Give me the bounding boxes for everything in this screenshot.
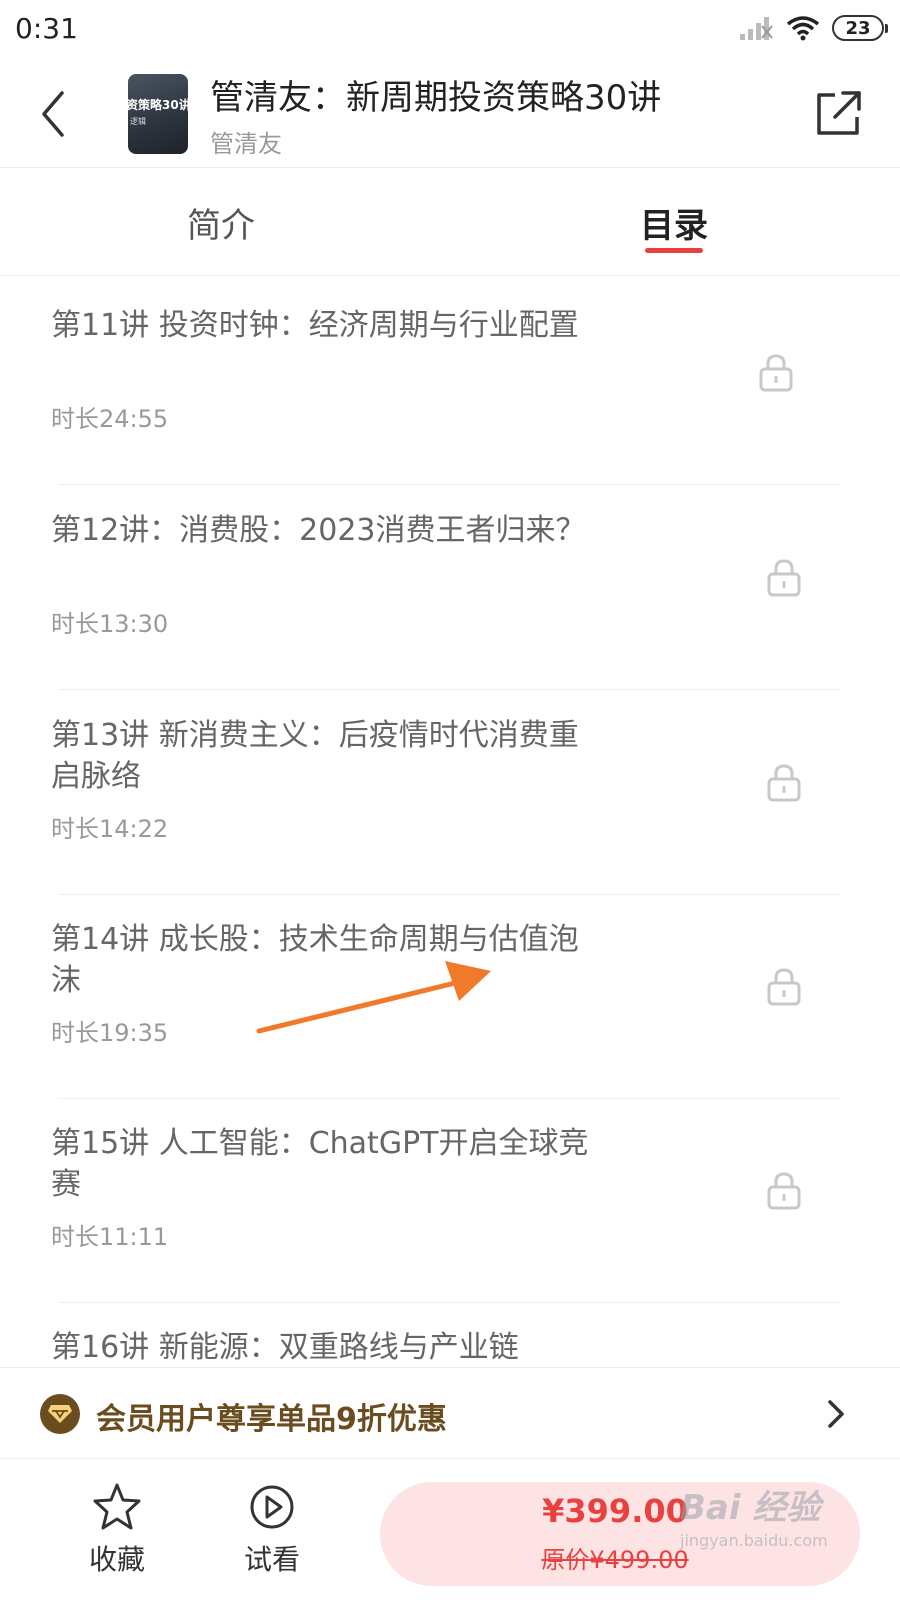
- member-discount-text: 会员用户尊享单品9折优惠: [96, 1402, 447, 1437]
- lesson-duration: 时长11:11: [51, 1223, 169, 1251]
- lesson-title: 第16讲 新能源：双重路线与产业链: [51, 1330, 519, 1365]
- wifi-icon: [786, 16, 820, 41]
- signal-icon: [740, 17, 773, 40]
- play-circle-icon: [250, 1485, 294, 1529]
- favorite-button[interactable]: 收藏: [72, 1482, 162, 1578]
- lesson-item[interactable]: 第15讲 人工智能：ChatGPT开启全球竞赛 时长11:11: [0, 1095, 900, 1303]
- course-header: 资策略30讲 逻辑 管清友：新周期投资策略30讲 管清友: [0, 62, 900, 168]
- lesson-title: 第15讲 人工智能：ChatGPT开启全球竞赛: [51, 1126, 589, 1202]
- star-icon: [93, 1483, 141, 1530]
- vip-diamond-icon: [40, 1394, 80, 1434]
- watermark-logo-text: Bai 经验: [680, 1488, 821, 1528]
- lesson-title: 第12讲：消费股：2023消费王者归来？: [51, 513, 586, 548]
- lesson-item[interactable]: 第13讲 新消费主义：后疫情时代消费重启脉络 时长14:22: [0, 687, 900, 895]
- active-tab-indicator: [645, 248, 703, 253]
- share-button[interactable]: [812, 86, 866, 140]
- lock-icon: [767, 764, 801, 802]
- baidu-jingyan-watermark: Bai 经验 jingyan.baidu.com: [680, 1480, 828, 1550]
- lesson-duration: 时长14:22: [51, 815, 169, 843]
- lock-icon: [767, 559, 801, 597]
- trial-label: 试看: [243, 1543, 300, 1576]
- course-title: 管清友：新周期投资策略30讲: [210, 78, 662, 118]
- course-author[interactable]: 管清友: [210, 124, 282, 159]
- share-icon: [817, 91, 861, 135]
- trial-button[interactable]: 试看: [227, 1482, 317, 1578]
- lock-icon: [759, 354, 793, 392]
- lock-icon: [767, 968, 801, 1006]
- lesson-duration: 时长13:30: [51, 610, 169, 638]
- lesson-item[interactable]: 第12讲：消费股：2023消费王者归来？ 时长13:30: [0, 482, 900, 690]
- chevron-right-icon: [828, 1400, 844, 1428]
- tab-catalog[interactable]: 目录: [640, 198, 708, 247]
- course-cover-thumbnail[interactable]: 资策略30讲 逻辑: [128, 74, 188, 154]
- lesson-duration: 时长19:35: [51, 1019, 169, 1047]
- favorite-label: 收藏: [88, 1543, 145, 1576]
- cover-subtext: 逻辑: [130, 117, 146, 126]
- status-time: 0:31: [15, 12, 78, 45]
- lesson-title: 第13讲 新消费主义：后疫情时代消费重启脉络: [51, 718, 579, 794]
- tab-intro[interactable]: 简介: [187, 198, 255, 247]
- back-button[interactable]: [28, 84, 78, 144]
- lesson-title: 第11讲 投资时钟：经济周期与行业配置: [51, 308, 579, 343]
- watermark-url: jingyan.baidu.com: [680, 1531, 828, 1550]
- member-discount-banner[interactable]: 会员用户尊享单品9折优惠: [0, 1367, 900, 1459]
- annotation-arrow: [256, 961, 491, 1034]
- lesson-item[interactable]: 第16讲 新能源：双重路线与产业链: [0, 1299, 900, 1367]
- chevron-left-icon: [42, 91, 64, 137]
- cover-text: 资策略30讲: [128, 98, 188, 112]
- status-icons: 23: [738, 14, 888, 42]
- lesson-list[interactable]: 第11讲 投资时钟：经济周期与行业配置 时长24:55 第12讲：消费股：202…: [0, 277, 900, 1367]
- battery-indicator: 23: [832, 15, 888, 41]
- lesson-item[interactable]: 第11讲 投资时钟：经济周期与行业配置 时长24:55: [0, 277, 900, 485]
- lock-icon: [767, 1172, 801, 1210]
- tab-bar: 简介 目录: [0, 168, 900, 276]
- lesson-duration: 时长24:55: [51, 405, 169, 433]
- status-bar: 0:31 23: [0, 0, 900, 62]
